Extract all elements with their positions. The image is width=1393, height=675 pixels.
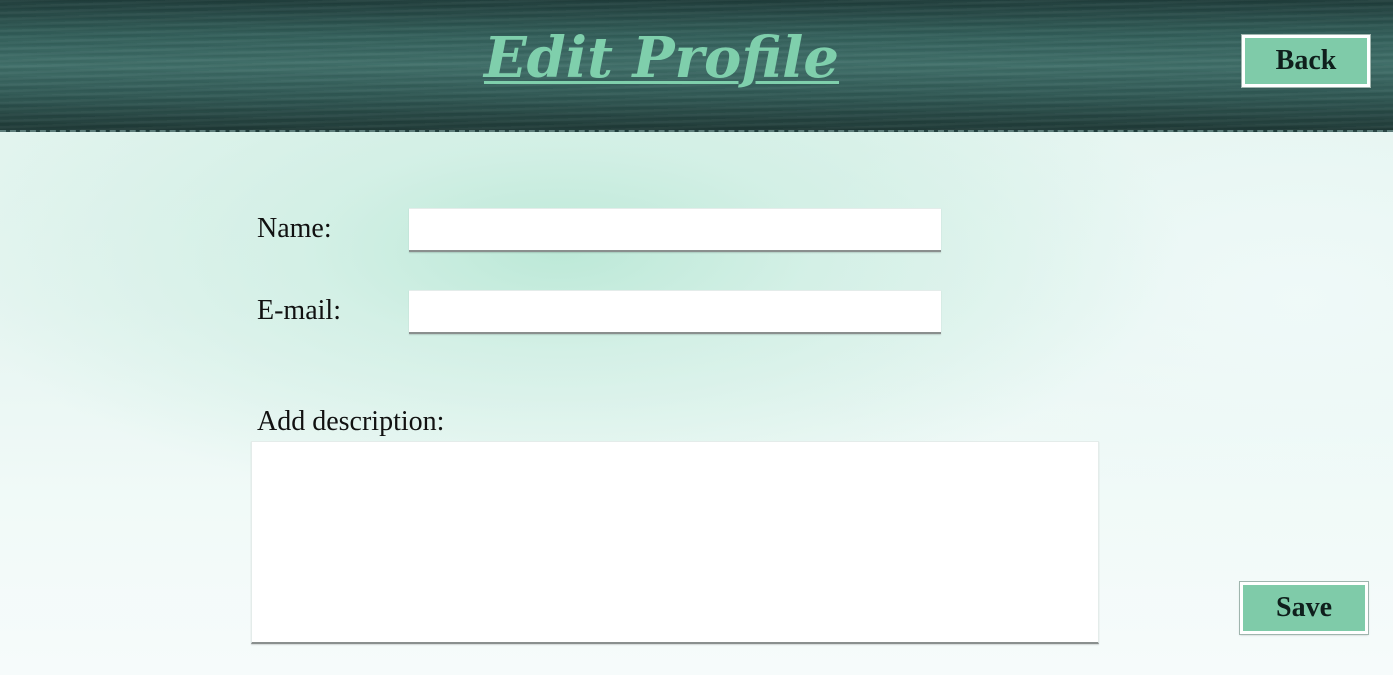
email-field[interactable] [409, 290, 941, 334]
page-title-text: Edit Profile [483, 25, 840, 91]
header-bar: Edit Profile Back [0, 0, 1393, 132]
description-textarea[interactable] [251, 441, 1099, 644]
name-field[interactable] [409, 208, 941, 252]
name-label: Name: [257, 213, 332, 244]
back-button[interactable]: Back [1242, 35, 1370, 87]
save-button[interactable]: Save [1240, 582, 1368, 634]
page-title: Edit Profile [0, 22, 1323, 94]
description-label: Add description: [257, 406, 445, 437]
email-label: E-mail: [257, 295, 341, 326]
